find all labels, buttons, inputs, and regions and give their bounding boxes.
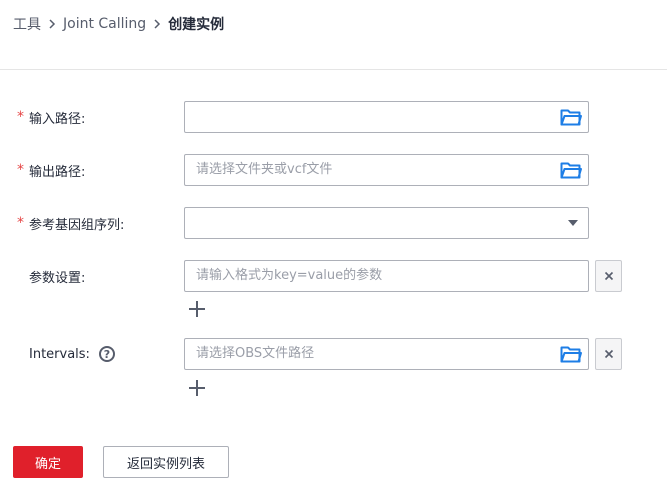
close-icon xyxy=(604,349,613,359)
output-path-field[interactable]: 请选择文件夹或vcf文件 xyxy=(184,154,589,186)
close-icon xyxy=(604,271,613,281)
input-path-label: * 输入路径: xyxy=(17,109,86,127)
help-icon[interactable]: ? xyxy=(98,346,115,362)
intervals-remove-button[interactable] xyxy=(595,338,622,370)
params-input[interactable]: 请输入格式为key=value的参数 xyxy=(184,260,589,292)
params-remove-button[interactable] xyxy=(595,260,622,292)
intervals-row: Intervals: ? 请选择OBS文件路径 xyxy=(0,338,667,370)
output-path-placeholder: 请选择文件夹或vcf文件 xyxy=(196,162,333,177)
intervals-placeholder: 请选择OBS文件路径 xyxy=(196,346,315,361)
params-row: 参数设置: 请输入格式为key=value的参数 xyxy=(0,260,667,292)
chevron-down-icon[interactable] xyxy=(568,220,578,226)
required-marker: * xyxy=(17,215,24,231)
breadcrumb: 工具 Joint Calling 创建实例 xyxy=(13,14,224,34)
folder-icon[interactable] xyxy=(560,344,582,364)
breadcrumb-create-instance: 创建实例 xyxy=(168,17,225,33)
chevron-right-icon xyxy=(150,17,164,31)
folder-icon[interactable] xyxy=(560,107,582,127)
folder-icon[interactable] xyxy=(560,160,582,180)
add-param-plus-icon[interactable] xyxy=(188,300,206,318)
reference-sequence-label: * 参考基因组序列: xyxy=(17,215,125,233)
input-path-row: * 输入路径: xyxy=(0,101,667,133)
reference-sequence-select[interactable] xyxy=(184,207,589,239)
input-path-field[interactable] xyxy=(184,101,589,133)
params-placeholder: 请输入格式为key=value的参数 xyxy=(196,268,383,283)
required-marker: * xyxy=(17,162,24,178)
intervals-field[interactable]: 请选择OBS文件路径 xyxy=(184,338,589,370)
confirm-button[interactable]: 确定 xyxy=(13,446,83,478)
breadcrumb-tools[interactable]: 工具 xyxy=(13,14,41,34)
output-path-label: * 输出路径: xyxy=(17,162,86,180)
breadcrumb-joint-calling[interactable]: Joint Calling xyxy=(63,16,146,32)
back-to-list-button[interactable]: 返回实例列表 xyxy=(103,446,229,478)
intervals-label: Intervals: ? xyxy=(17,338,115,370)
header-divider xyxy=(0,69,667,70)
params-label: 参数设置: xyxy=(29,270,86,286)
chevron-right-icon xyxy=(45,17,59,31)
reference-sequence-row: * 参考基因组序列: xyxy=(0,207,667,239)
output-path-row: * 输出路径: 请选择文件夹或vcf文件 xyxy=(0,154,667,186)
required-marker: * xyxy=(17,109,24,125)
add-interval-plus-icon[interactable] xyxy=(188,379,206,397)
